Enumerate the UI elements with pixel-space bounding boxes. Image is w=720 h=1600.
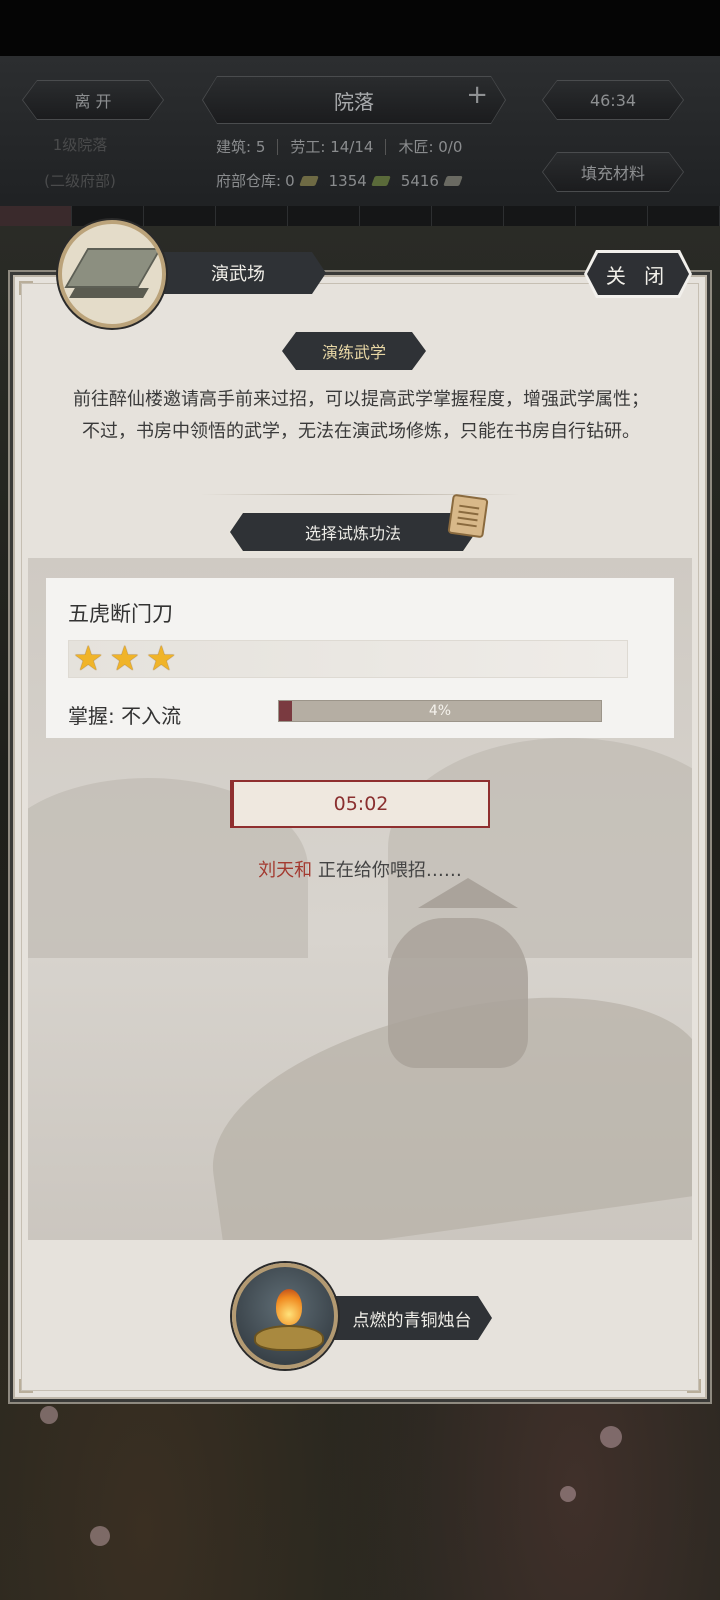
fill-materials-button[interactable]: 填充材料 xyxy=(542,152,684,192)
hud-tab[interactable] xyxy=(432,206,504,226)
skill-name: 五虎断门刀 xyxy=(68,602,173,626)
close-button-label: 关 闭 xyxy=(587,253,689,295)
hud-tab[interactable] xyxy=(504,206,576,226)
training-ground-icon xyxy=(58,220,166,328)
warehouse-label: 府部仓库: xyxy=(216,172,282,190)
mastery-label: 掌握: 不入流 xyxy=(68,704,182,728)
warehouse-row: 府部仓库: 0 1354 5416 xyxy=(216,170,536,191)
flower-decoration xyxy=(560,1486,576,1502)
close-button[interactable]: 关 闭 xyxy=(584,250,692,298)
skill-card[interactable]: 五虎断门刀 ★ ★ ★ 掌握: 不入流 4% xyxy=(46,578,674,738)
item-label[interactable]: 点燃的青铜烛台 xyxy=(322,1296,492,1340)
hud-tab[interactable] xyxy=(0,206,72,226)
flower-decoration xyxy=(600,1426,622,1448)
location-title-bar: 院落 + xyxy=(202,76,506,124)
flower-decoration xyxy=(90,1526,110,1546)
flame-icon xyxy=(276,1289,302,1325)
plus-icon[interactable]: + xyxy=(466,82,488,108)
leave-button[interactable]: 离 开 xyxy=(22,80,164,120)
swordsman-figure xyxy=(388,918,528,1068)
mastery-progress-text: 4% xyxy=(428,703,452,719)
flower-decoration xyxy=(40,1406,58,1424)
bronze-candlestick-icon[interactable] xyxy=(232,1263,338,1369)
grain-icon xyxy=(298,175,319,186)
panel-title: 演武场 xyxy=(150,252,326,294)
hud-tab[interactable] xyxy=(576,206,648,226)
leave-button-label: 离 开 xyxy=(23,81,163,119)
corner-ornament xyxy=(19,1379,33,1393)
sparring-partner-name[interactable]: 刘天和 xyxy=(258,860,312,881)
stats-row: 建筑: 5 劳工: 14/14 木匠: 0/0 xyxy=(216,136,536,157)
hud-tab[interactable] xyxy=(216,206,288,226)
training-timer: 05:02 xyxy=(230,780,490,828)
tile-icon xyxy=(64,248,162,288)
hud-tab[interactable] xyxy=(144,206,216,226)
resource-1-value: 0 xyxy=(285,171,295,190)
star-icon: ★ xyxy=(73,639,104,679)
star-rating: ★ ★ ★ xyxy=(68,640,628,678)
corner-ornament xyxy=(19,281,33,295)
hud-tab[interactable] xyxy=(648,206,720,226)
scroll-icon xyxy=(447,493,489,539)
hud-tab[interactable] xyxy=(288,206,360,226)
sparring-status-text: 正在给你喂招…… xyxy=(317,860,462,881)
corner-ornament xyxy=(687,1379,701,1393)
carpenters-count: 木匠: 0/0 xyxy=(398,138,463,156)
timer-text: 46:34 xyxy=(543,81,683,119)
courtyard-level: 1级院落 xyxy=(52,136,108,154)
buildings-count: 建筑: 5 xyxy=(216,138,266,156)
location-title: 院落 xyxy=(203,77,505,123)
timer-display: 46:34 xyxy=(542,80,684,120)
select-technique-label: 选择试炼功法 xyxy=(230,513,476,551)
section-tag: 演练武学 xyxy=(282,332,426,370)
mastery-progress-bar: 4% xyxy=(278,700,602,722)
star-icon: ★ xyxy=(109,639,140,679)
divider xyxy=(200,494,520,495)
status-bar xyxy=(0,0,720,56)
workers-count: 劳工: 14/14 xyxy=(290,138,374,156)
courtyard-sub-level: (二级府部) xyxy=(44,172,116,190)
resource-3-value: 5416 xyxy=(400,171,439,190)
resource-2-value: 1354 xyxy=(328,171,367,190)
candlestick-base-icon xyxy=(254,1325,324,1351)
fill-materials-label: 填充材料 xyxy=(543,153,683,191)
panel-description: 前往醉仙楼邀请高手前来过招，可以提高武学掌握程度，增强武学属性；不过，书房中领悟… xyxy=(73,389,649,442)
wood-icon xyxy=(370,175,391,186)
tile-icon-side xyxy=(69,288,149,298)
sparring-status: 刘天和 正在给你喂招…… xyxy=(0,856,720,882)
stone-icon xyxy=(443,175,463,186)
hud-tab[interactable] xyxy=(360,206,432,226)
divider xyxy=(385,138,387,155)
star-icon: ★ xyxy=(145,639,177,679)
top-hud: 离 开 院落 + 46:34 1级院落 (二级府部) 建筑: 5 劳工: 14/… xyxy=(0,56,720,226)
select-technique-button[interactable]: 选择试炼功法 xyxy=(228,511,478,553)
divider xyxy=(277,138,279,155)
